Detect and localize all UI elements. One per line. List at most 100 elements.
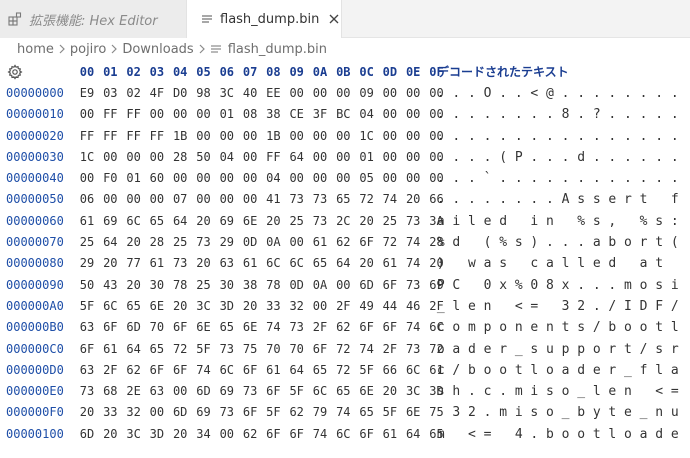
- decoded-char[interactable]: o: [558, 381, 574, 402]
- decoded-char[interactable]: a: [433, 211, 449, 232]
- decoded-char[interactable]: s: [511, 232, 527, 253]
- hex-byte[interactable]: 00: [122, 147, 146, 168]
- hex-byte[interactable]: FF: [145, 126, 169, 147]
- hex-byte[interactable]: 72: [378, 232, 402, 253]
- hex-byte[interactable]: 6F: [238, 360, 262, 381]
- hex-byte[interactable]: 01: [355, 147, 379, 168]
- hex-byte[interactable]: 6C: [215, 360, 239, 381]
- hex-byte[interactable]: 25: [378, 211, 402, 232]
- hex-byte[interactable]: 6D: [355, 275, 379, 296]
- decoded-char[interactable]: %: [573, 211, 589, 232]
- decoded-char[interactable]: o: [620, 424, 636, 445]
- decoded-char[interactable]: .: [480, 126, 496, 147]
- hex-byte[interactable]: 60: [145, 168, 169, 189]
- hex-byte[interactable]: 74: [401, 232, 425, 253]
- decoded-char[interactable]: a: [480, 253, 496, 274]
- hex-byte[interactable]: CE: [285, 104, 309, 125]
- hex-byte[interactable]: 04: [261, 168, 285, 189]
- hex-byte[interactable]: 00: [285, 83, 309, 104]
- decoded-char[interactable]: .: [527, 168, 543, 189]
- decoded-char[interactable]: _: [636, 402, 652, 423]
- hex-byte[interactable]: 00: [192, 189, 216, 210]
- decoded-char[interactable]: d: [573, 147, 589, 168]
- close-icon[interactable]: [327, 11, 341, 27]
- decoded-char[interactable]: t: [620, 339, 636, 360]
- hex-byte[interactable]: 6F: [238, 402, 262, 423]
- decoded-char[interactable]: .: [542, 147, 558, 168]
- decoded-char[interactable]: (: [667, 232, 683, 253]
- decoded-char[interactable]: _: [558, 402, 574, 423]
- decoded-char[interactable]: .: [495, 83, 511, 104]
- hex-byte[interactable]: 00: [285, 168, 309, 189]
- decoded-char[interactable]: i: [667, 275, 683, 296]
- decoded-char[interactable]: .: [636, 147, 652, 168]
- hex-byte[interactable]: 6D: [75, 424, 99, 445]
- decoded-char[interactable]: .: [464, 147, 480, 168]
- decoded-char[interactable]: l: [589, 381, 605, 402]
- decoded-char[interactable]: b: [573, 402, 589, 423]
- decoded-char[interactable]: .: [620, 147, 636, 168]
- hex-byte[interactable]: D0: [168, 83, 192, 104]
- hex-byte[interactable]: 5F: [355, 360, 379, 381]
- decoded-char[interactable]: p: [558, 339, 574, 360]
- decoded-char[interactable]: c: [480, 381, 496, 402]
- hex-byte[interactable]: 1C: [75, 147, 99, 168]
- decoded-char[interactable]: e: [480, 211, 496, 232]
- hex-byte[interactable]: 00: [378, 104, 402, 125]
- decoded-char[interactable]: t: [651, 253, 667, 274]
- hex-byte[interactable]: 00: [308, 296, 332, 317]
- decoded-char[interactable]: .: [495, 381, 511, 402]
- hex-byte[interactable]: 3D: [215, 296, 239, 317]
- hex-byte[interactable]: 00: [238, 147, 262, 168]
- hex-byte[interactable]: F0: [98, 168, 122, 189]
- decoded-char[interactable]: .: [558, 232, 574, 253]
- gear-icon[interactable]: [7, 64, 23, 80]
- hex-byte[interactable]: 2F: [331, 296, 355, 317]
- decoded-char[interactable]: d: [464, 339, 480, 360]
- hex-byte[interactable]: 33: [261, 296, 285, 317]
- hex-byte[interactable]: 01: [215, 104, 239, 125]
- decoded-char[interactable]: .: [651, 126, 667, 147]
- decoded-char[interactable]: .: [605, 104, 621, 125]
- hex-byte[interactable]: 00: [331, 83, 355, 104]
- decoded-char[interactable]: s: [589, 189, 605, 210]
- decoded-char[interactable]: l: [667, 317, 683, 338]
- decoded-char[interactable]: .: [589, 296, 605, 317]
- decoded-char[interactable]: `: [480, 168, 496, 189]
- decoded-char[interactable]: 2: [573, 296, 589, 317]
- decoded-char[interactable]: 2: [464, 402, 480, 423]
- hex-byte[interactable]: 72: [331, 339, 355, 360]
- decoded-char[interactable]: r: [636, 232, 652, 253]
- hex-byte[interactable]: 6F: [261, 424, 285, 445]
- decoded-char[interactable]: f: [636, 360, 652, 381]
- decoded-char[interactable]: %: [511, 275, 527, 296]
- hex-byte[interactable]: 1C: [355, 126, 379, 147]
- decoded-char[interactable]: [667, 253, 683, 274]
- hex-byte[interactable]: 00: [378, 168, 402, 189]
- hex-byte[interactable]: 6D: [168, 402, 192, 423]
- decoded-char[interactable]: .: [480, 104, 496, 125]
- decoded-char[interactable]: 8: [558, 104, 574, 125]
- hex-byte[interactable]: 6F: [168, 360, 192, 381]
- hex-byte[interactable]: 25: [75, 232, 99, 253]
- decoded-char[interactable]: .: [449, 189, 465, 210]
- hex-byte[interactable]: 61: [261, 360, 285, 381]
- hex-byte[interactable]: 04: [215, 147, 239, 168]
- decoded-char[interactable]: o: [449, 317, 465, 338]
- hex-byte[interactable]: 3C: [401, 381, 425, 402]
- hex-byte[interactable]: 20: [378, 381, 402, 402]
- decoded-char[interactable]: (: [480, 232, 496, 253]
- hex-byte[interactable]: 74: [308, 424, 332, 445]
- decoded-char[interactable]: e: [667, 424, 683, 445]
- decoded-char[interactable]: .: [464, 126, 480, 147]
- hex-byte[interactable]: FF: [261, 147, 285, 168]
- hex-byte[interactable]: 1B: [261, 126, 285, 147]
- hex-byte[interactable]: 65: [145, 211, 169, 232]
- decoded-char[interactable]: .: [558, 83, 574, 104]
- hex-byte[interactable]: 72: [168, 339, 192, 360]
- tab-flash-dump[interactable]: flash_dump.bin: [187, 0, 342, 39]
- hex-byte[interactable]: 61: [238, 253, 262, 274]
- decoded-char[interactable]: =: [527, 296, 543, 317]
- hex-byte[interactable]: 6C: [261, 253, 285, 274]
- decoded-char[interactable]: .: [433, 83, 449, 104]
